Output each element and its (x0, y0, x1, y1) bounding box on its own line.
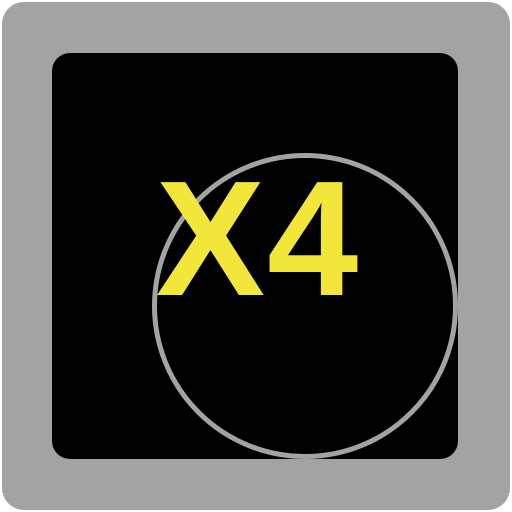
x4-app-icon[interactable]: X4 (2, 2, 510, 510)
multiplier-label: X4 (155, 147, 361, 330)
